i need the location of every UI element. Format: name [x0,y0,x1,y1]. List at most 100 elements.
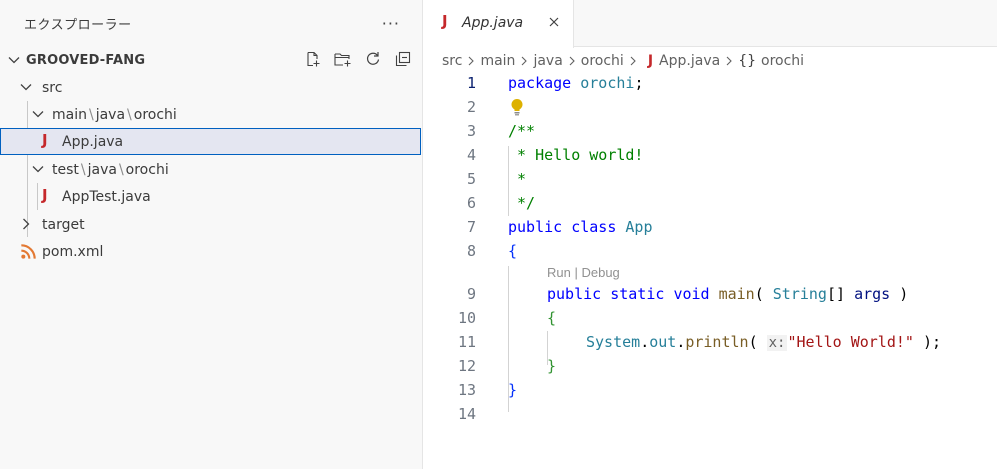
code-token: public [547,285,602,303]
breadcrumb-item-main[interactable]: main [480,53,515,69]
code-line: * Hello world! [508,146,644,164]
tree-item-src[interactable]: src [0,74,423,101]
chevron-down-icon[interactable] [30,161,46,177]
code-token: ( [748,333,758,351]
new-file-icon[interactable] [303,49,323,69]
tree-item-main-java-orochi[interactable]: main \ java \ orochi [0,101,423,128]
codelens-run-link[interactable]: Run [547,265,571,280]
tree-item-label: src [42,79,63,96]
tree-item-apptest-java[interactable]: J AppTest.java [0,183,423,210]
tree-item-test-java-orochi[interactable]: test \ java \ orochi [0,156,423,183]
code-line: { [547,309,557,327]
path-segment: test [52,161,79,178]
code-token: out [649,333,677,351]
tab-label: App.java [462,15,524,31]
code-token: void [673,285,710,303]
path-separator: \ [127,106,132,123]
tree-item-app-java[interactable]: J App.java [0,128,421,155]
breadcrumb-item-symbol[interactable]: orochi [761,53,804,69]
tree-item-label: target [42,216,85,233]
chevron-down-icon[interactable] [18,79,34,95]
code-line: * [508,170,527,188]
editor-area: J App.java src main java orochi J App.ja… [424,0,997,469]
project-name: GROOVED-FANG [26,52,146,68]
breadcrumb: src main java orochi J App.java {} oroch… [442,50,804,72]
code-line: } [508,381,518,399]
code-line: /** [508,122,536,140]
lightbulb-icon[interactable] [510,98,524,116]
explorer-sidebar: エクスプローラー ··· GROOVED-FANG src main \ jav… [0,0,423,469]
codelens-separator: | [570,265,582,280]
codelens: Run | Debug [547,265,620,280]
breadcrumb-item-src[interactable]: src [442,53,462,69]
code-token: System [586,333,641,351]
chevron-right-icon [726,56,732,66]
code-token: App [625,218,653,236]
line-number: 1 [466,74,476,92]
xml-file-icon [21,244,36,259]
java-file-icon: J [42,186,48,204]
chevron-right-icon[interactable] [18,216,34,232]
tab-app-java[interactable]: J App.java [424,0,574,48]
line-number: 12 [457,357,476,375]
chevron-right-icon [522,56,528,66]
line-number: 6 [466,194,476,212]
code-token: "Hello World!" [787,333,914,351]
line-number: 4 [466,146,476,164]
path-segment: orochi [125,161,169,178]
code-token: ( [754,285,764,303]
chevron-right-icon [569,56,575,66]
tree-item-label: test \ java \ orochi [52,162,169,178]
line-number: 7 [466,218,476,236]
inlay-hint: x: [766,335,788,351]
line-number: 3 [466,122,476,140]
code-token: ); [913,333,942,351]
line-number: 5 [466,170,476,188]
breadcrumb-item-file[interactable]: App.java [659,53,720,69]
tree-item-target[interactable]: target [0,211,423,238]
line-number: 14 [457,405,476,423]
code-line: package orochi; [508,74,643,92]
refresh-icon[interactable] [363,49,383,69]
tree-item-label: App.java [62,133,124,150]
path-segment: java [87,161,117,178]
code-line: } [547,357,557,375]
breadcrumb-item-java[interactable]: java [533,53,562,69]
tree-item-label: AppTest.java [62,188,151,205]
code-token: ) [899,285,909,303]
symbol-namespace-icon: {} [738,53,757,69]
code-line: { [508,242,518,260]
java-file-icon: J [647,53,654,69]
code-token: class [571,218,617,236]
line-number: 10 [457,309,476,327]
new-folder-icon[interactable] [333,49,353,69]
code-line: public class App [508,218,653,236]
close-icon[interactable] [546,14,562,30]
collapse-all-icon[interactable] [393,49,413,69]
explorer-header: エクスプローラー ··· [0,0,422,47]
codelens-debug-link[interactable]: Debug [581,265,619,280]
project-actions [303,49,413,69]
path-separator: \ [88,106,94,123]
code-token: println [685,333,749,351]
chevron-down-icon[interactable] [30,106,46,122]
java-file-icon: J [442,12,448,30]
code-token: ; [634,74,644,92]
chevron-right-icon [469,56,475,66]
tree-item-pom-xml[interactable]: pom.xml [0,238,423,265]
code-token: . [676,333,686,351]
code-token: public [508,218,563,236]
line-number: 13 [457,381,476,399]
line-number: 2 [466,98,476,116]
line-number: 11 [457,333,476,351]
project-section-header[interactable]: GROOVED-FANG [0,47,423,73]
breadcrumb-item-orochi[interactable]: orochi [581,53,624,69]
tree-item-label: pom.xml [42,243,104,260]
path-segment: orochi [133,106,177,123]
chevron-down-icon[interactable] [6,52,22,68]
code-token: String [772,285,827,303]
more-actions-icon[interactable]: ··· [378,14,404,33]
code-token: [] [826,285,846,303]
tree-item-label: main \ java \ orochi [52,107,177,123]
code-token: main [718,285,755,303]
